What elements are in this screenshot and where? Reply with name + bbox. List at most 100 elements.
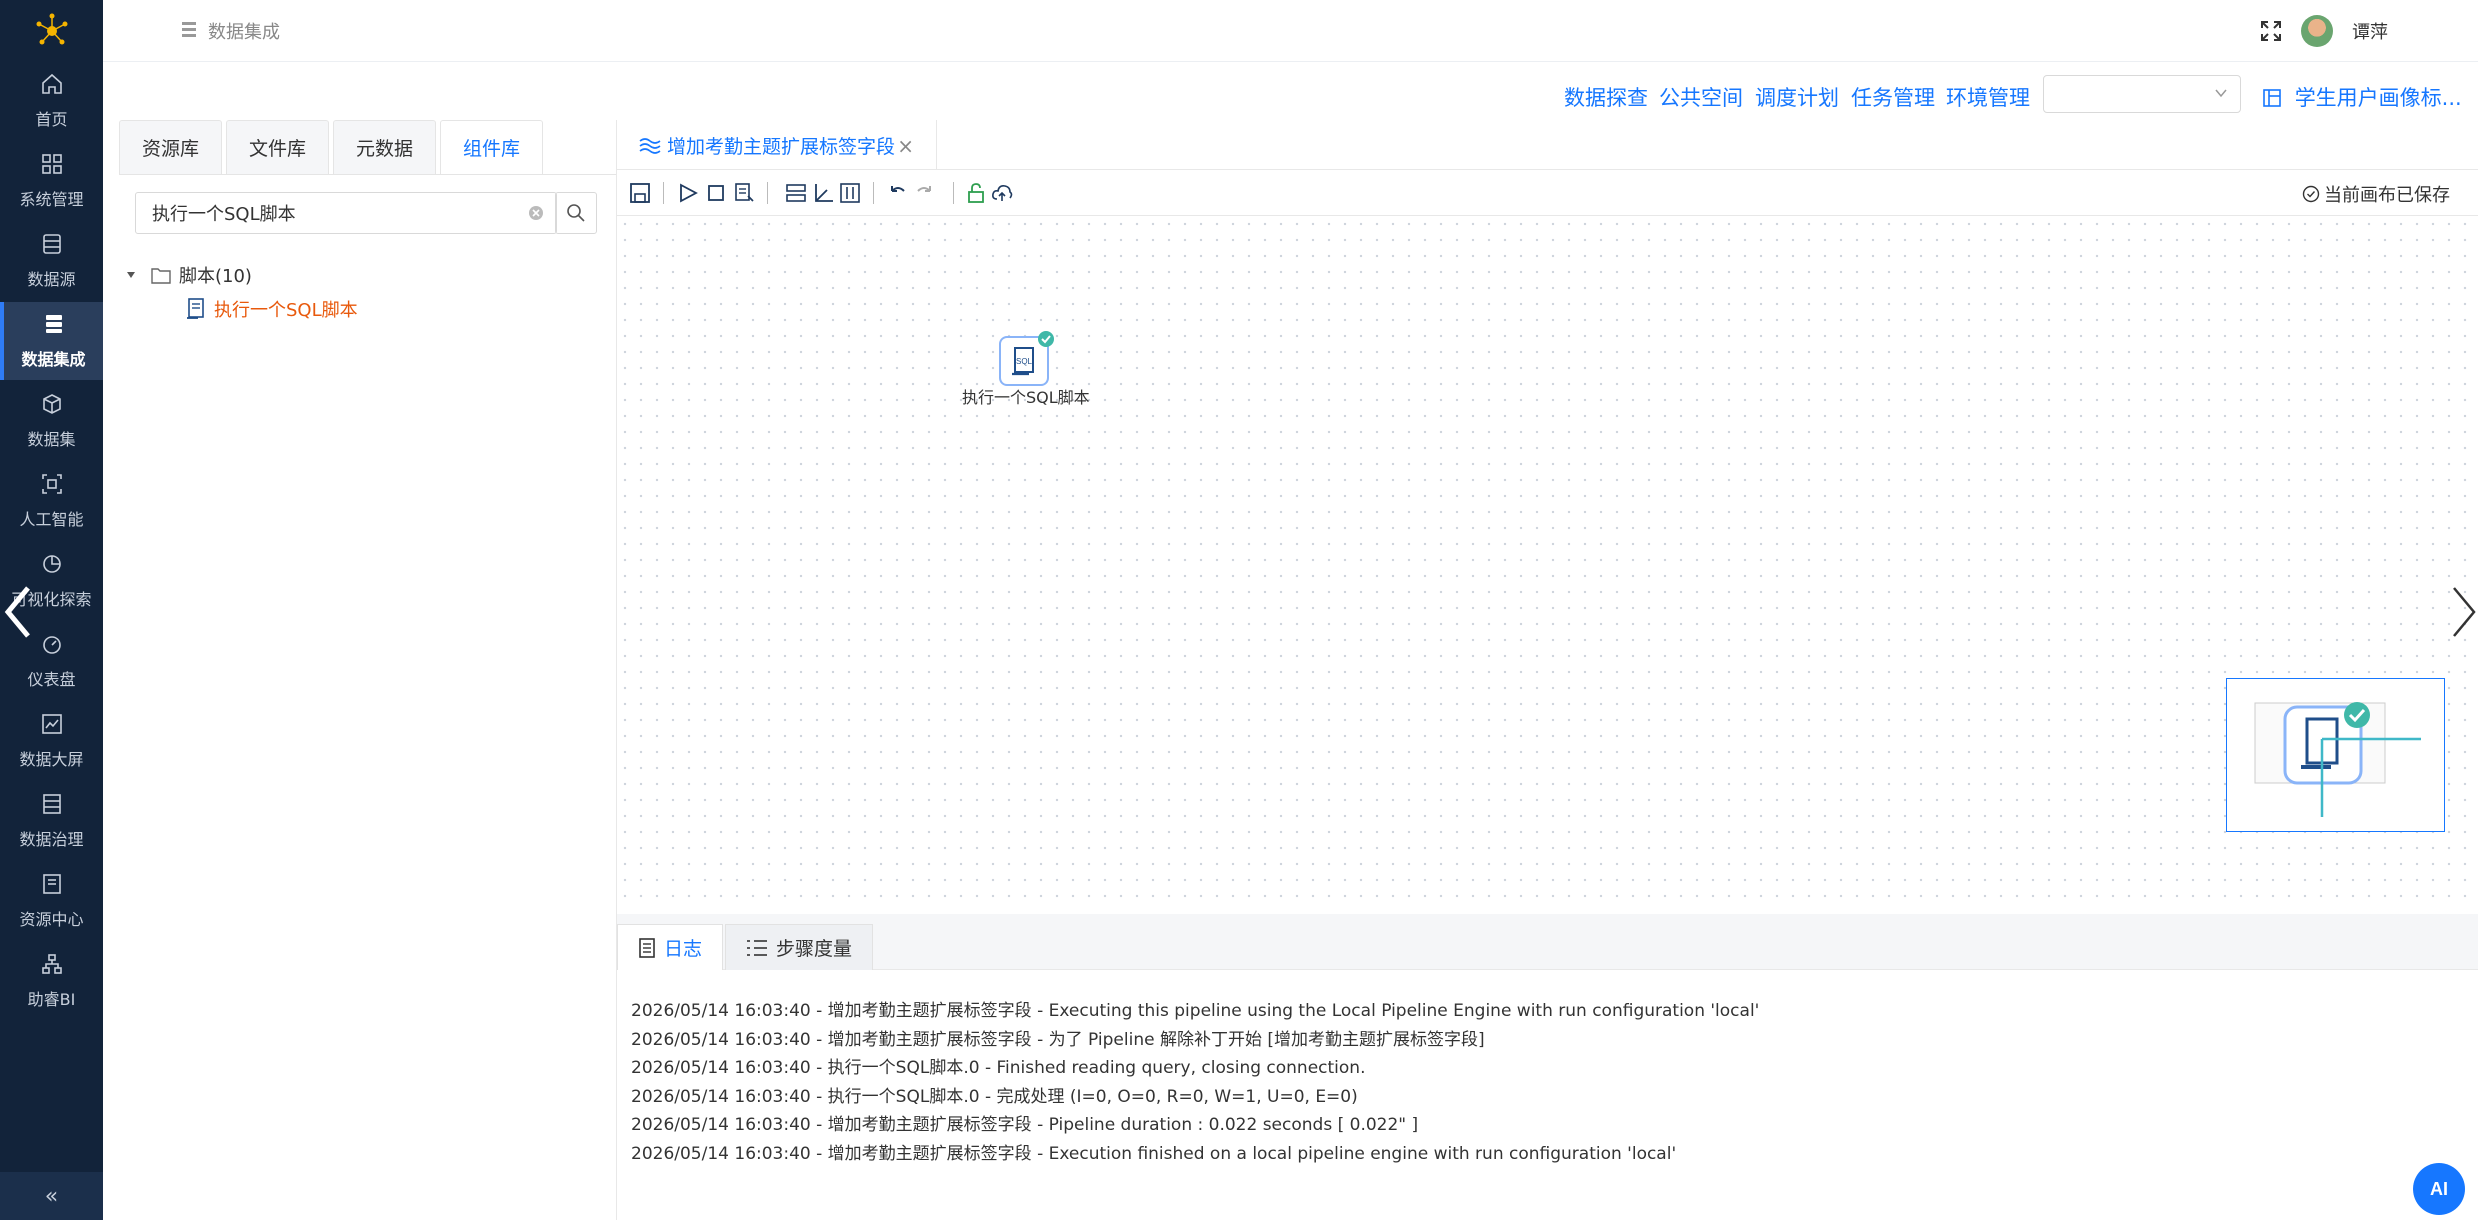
log-line: 2026/05/14 16:03:40 - 增加考勤主题扩展标签字段 - Exe…: [631, 1001, 1760, 1021]
caret-down-icon[interactable]: [125, 269, 137, 281]
log-tab-bar: 日志 步骤度量: [617, 914, 2478, 970]
top-header: 数据集成 谭萍: [103, 0, 2478, 62]
tab-file-library[interactable]: 文件库: [226, 120, 330, 174]
log-line: 2026/05/14 16:03:40 - 执行一个SQL脚本.0 - Fini…: [631, 1058, 1366, 1078]
sidebar-item-zhurui-bi[interactable]: 助睿BI: [0, 942, 103, 1020]
folder-icon: [151, 268, 171, 284]
pipeline-link[interactable]: 学生用户画像标...: [2262, 82, 2462, 112]
tab-pipeline-label: 增加考勤主题扩展标签字段: [667, 135, 896, 158]
tree-folder-scripts[interactable]: 脚本(10): [125, 262, 252, 288]
cloud-upload-icon[interactable]: [991, 182, 1013, 204]
double-chevron-left-icon: «: [44, 1183, 59, 1209]
tree-item-sql-script[interactable]: 执行一个SQL脚本: [186, 296, 358, 322]
environment-select[interactable]: [2043, 75, 2241, 113]
tab-metadata[interactable]: 元数据: [333, 120, 437, 174]
sidebar-item-label: 助睿BI: [27, 990, 76, 1009]
database-icon: [42, 234, 61, 254]
log-line: 2026/05/14 16:03:40 - 增加考勤主题扩展标签字段 - Pip…: [631, 1115, 1419, 1135]
ai-assistant-button[interactable]: AI: [2413, 1163, 2465, 1215]
success-check-icon: [1038, 331, 1054, 347]
sidebar-item-data-integration[interactable]: 数据集成: [0, 302, 103, 380]
close-icon[interactable]: ×: [897, 134, 914, 158]
sidebar-collapse-button[interactable]: «: [0, 1172, 103, 1220]
board-icon: [2263, 89, 2281, 107]
check-circle-icon: [2302, 185, 2320, 203]
sidebar-item-home[interactable]: 首页: [0, 62, 103, 140]
sidebar-item-resource-center[interactable]: 资源中心: [0, 862, 103, 940]
sidebar-item-label: 资源中心: [19, 910, 84, 929]
redo-icon[interactable]: [913, 182, 935, 204]
canvas-minimap[interactable]: [2226, 678, 2445, 832]
avatar[interactable]: [2301, 15, 2333, 47]
tab-component-library[interactable]: 组件库: [440, 120, 544, 174]
toolbar-divider: [663, 182, 664, 204]
align-icon[interactable]: [785, 182, 807, 204]
sidebar-item-label: 系统管理: [19, 190, 84, 209]
search-icon: [567, 204, 585, 222]
document-icon: [639, 937, 655, 958]
tab-log-label: 日志: [664, 938, 703, 960]
save-icon[interactable]: [629, 182, 651, 204]
sidebar-item-label: 数据集: [27, 430, 76, 449]
sidebar-item-ai[interactable]: 人工智能: [0, 462, 103, 540]
distribute-icon[interactable]: [839, 182, 861, 204]
canvas-toolbar: 当前画布已保存: [617, 170, 2478, 216]
sidebar-item-label: 人工智能: [19, 510, 84, 529]
clear-icon[interactable]: [528, 205, 544, 221]
sidebar-item-dataset[interactable]: 数据集: [0, 382, 103, 460]
nav-link-env-management[interactable]: 环境管理: [1946, 82, 2030, 112]
sidebar-item-label: 数据集成: [21, 350, 86, 369]
toolbar-divider: [873, 182, 874, 204]
org-chart-icon: [41, 954, 62, 974]
tree-folder-label: 脚本(10): [179, 266, 252, 287]
user-name[interactable]: 谭萍: [2352, 18, 2388, 44]
menu-toggle-icon[interactable]: [181, 18, 197, 42]
unlock-icon[interactable]: [965, 182, 987, 204]
log-line: 2026/05/14 16:03:40 - 执行一个SQL脚本.0 - 完成处理…: [631, 1086, 1358, 1107]
sidebar-item-datasource[interactable]: 数据源: [0, 222, 103, 300]
data-integration-icon: [45, 315, 62, 333]
save-status-label: 当前画布已保存: [2324, 185, 2450, 206]
pipeline-node-label: 执行一个SQL脚本: [962, 388, 1090, 407]
list-icon: [42, 794, 61, 814]
sidebar-item-label: 数据治理: [19, 830, 84, 849]
app-logo[interactable]: [0, 0, 103, 62]
fullscreen-icon[interactable]: [2260, 20, 2282, 42]
chevron-left-icon[interactable]: [4, 584, 32, 640]
sidebar-item-label: 数据源: [27, 270, 76, 289]
run-icon[interactable]: [677, 182, 699, 204]
tab-pipeline[interactable]: 增加考勤主题扩展标签字段 ×: [617, 120, 937, 170]
pipeline-canvas[interactable]: [617, 216, 2478, 908]
component-search: [135, 192, 557, 234]
logo-icon: [36, 13, 67, 45]
save-status: 当前画布已保存: [2302, 181, 2450, 207]
sidebar-item-big-screen[interactable]: 数据大屏: [0, 702, 103, 780]
sidebar-item-system[interactable]: 系统管理: [0, 142, 103, 220]
chevron-right-icon[interactable]: [2450, 584, 2478, 640]
preview-icon[interactable]: [733, 182, 755, 204]
stop-icon[interactable]: [705, 182, 727, 204]
nav-link-task-management[interactable]: 任务管理: [1851, 82, 1935, 112]
nav-link-data-explore[interactable]: 数据探查: [1564, 82, 1648, 112]
log-line: 2026/05/14 16:03:40 - 增加考勤主题扩展标签字段 - Exe…: [631, 1143, 1677, 1164]
nav-link-public-space[interactable]: 公共空间: [1659, 82, 1743, 112]
tab-resource-library[interactable]: 资源库: [119, 120, 223, 174]
search-input[interactable]: [136, 193, 496, 233]
sidebar-item-governance[interactable]: 数据治理: [0, 782, 103, 860]
panel-tabs: 资源库 文件库 元数据 组件库: [119, 120, 547, 174]
pipeline-node-sql[interactable]: SQL: [999, 331, 1054, 386]
toolbar-divider: [767, 182, 768, 204]
minimap-preview: [2254, 702, 2421, 817]
axis-icon[interactable]: [813, 182, 835, 204]
tree-leaf-label: 执行一个SQL脚本: [214, 300, 358, 321]
line-chart-icon: [41, 714, 62, 734]
node-badge-text: SQL: [1016, 357, 1033, 366]
search-button[interactable]: [555, 192, 597, 234]
nav-link-schedule-plan[interactable]: 调度计划: [1755, 82, 1839, 112]
tab-step-metrics[interactable]: 步骤度量: [725, 924, 874, 970]
ai-scan-icon: [41, 474, 62, 494]
undo-icon[interactable]: [887, 182, 909, 204]
app-root: 首页 系统管理 数据源 数据集成 数据集 人工智能 可视化探索 仪表盘 数据大屏…: [0, 0, 2478, 1220]
tab-log[interactable]: 日志: [617, 924, 724, 970]
resource-icon: [42, 874, 61, 894]
